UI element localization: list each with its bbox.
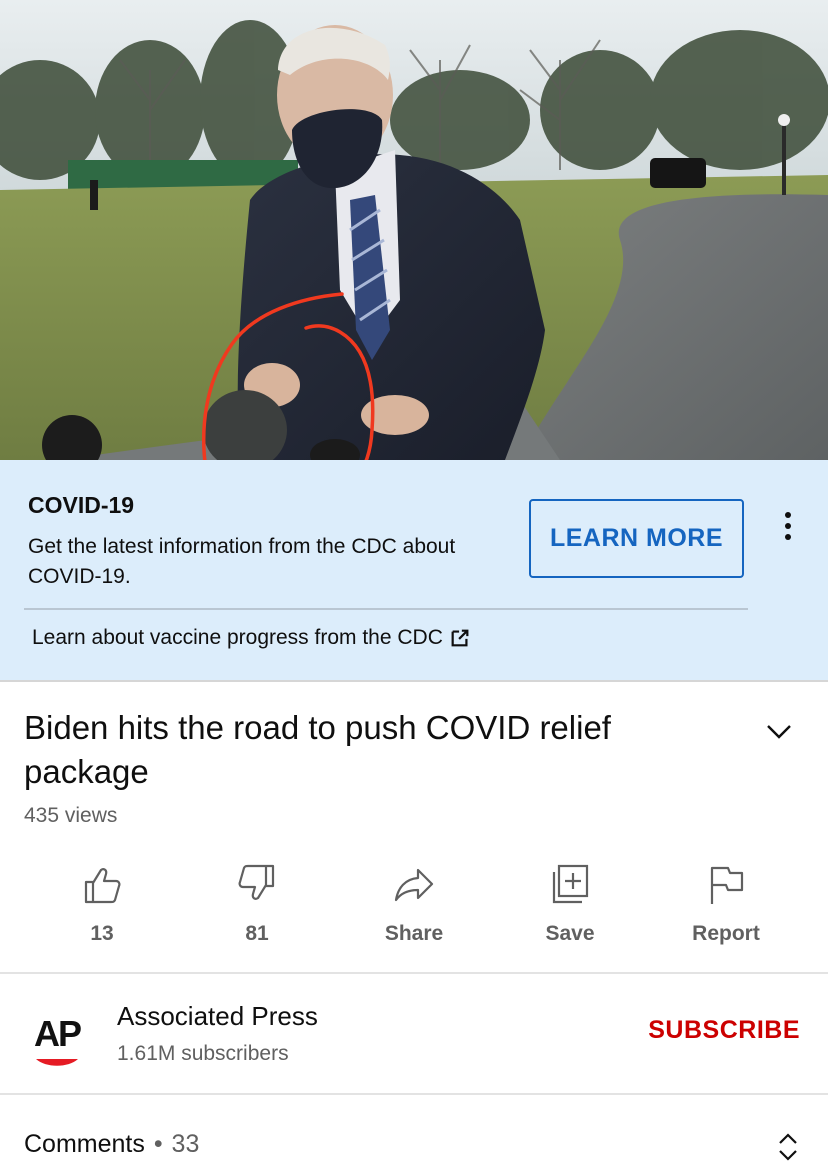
thumbs-up-icon [84,868,121,904]
dislike-button[interactable]: 81 [197,856,317,968]
share-label: Share [384,922,444,945]
save-icon [552,864,589,904]
view-count: 435 views [24,804,118,827]
comments-label: Comments [24,1130,145,1158]
covid-info-panel: COVID-19 Get the latest information from… [0,460,828,682]
save-button[interactable]: Save [510,856,630,968]
flag-icon [710,866,744,904]
external-link-icon [451,629,469,647]
share-button[interactable]: Share [354,856,474,968]
report-button[interactable]: Report [666,856,786,968]
vaccine-link-text: Learn about vaccine progress from the CD… [32,626,443,649]
learn-more-button[interactable]: LEARN MORE [529,499,744,578]
divider [0,1093,828,1095]
video-title: Biden hits the road to push COVID relief… [24,709,611,790]
comments-separator: • [153,1130,163,1158]
subscribe-button[interactable]: SUBSCRIBE [648,1016,800,1045]
channel-name[interactable]: Associated Press [117,1001,318,1032]
chevron-down-icon[interactable] [764,716,794,746]
action-bar: 13 81 Share Save Report [0,856,828,968]
dislike-count: 81 [245,922,269,945]
subscriber-count: 1.61M subscribers [117,1042,289,1065]
like-button[interactable]: 13 [42,856,162,968]
report-label: Report [692,922,760,945]
more-options-icon[interactable] [776,506,800,546]
thumbs-down-icon [238,864,275,900]
expand-collapse-icon[interactable] [774,1130,802,1164]
info-panel-title: COVID-19 [28,492,135,518]
channel-row[interactable]: AP Associated Press 1.61M subscribers SU… [0,974,828,1094]
vaccine-progress-link[interactable]: Learn about vaccine progress from the CD… [32,626,471,650]
info-panel-description: Get the latest information from the CDC … [28,535,456,588]
divider [24,608,748,610]
channel-avatar[interactable]: AP [24,1004,90,1070]
comments-count: 33 [171,1130,200,1158]
comments-header[interactable]: Comments • 33 [24,1130,199,1159]
like-count: 13 [90,922,114,945]
ap-logo-text: AP [34,1013,81,1054]
save-label: Save [545,922,595,945]
share-icon [394,868,434,902]
red-annotation-circle [201,292,375,508]
